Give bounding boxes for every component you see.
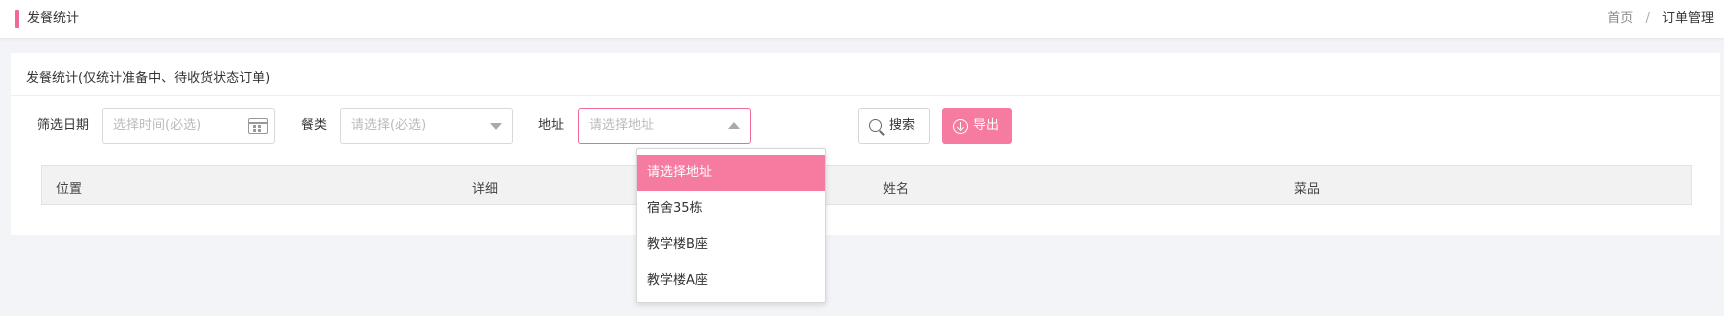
chevron-down-icon bbox=[490, 123, 502, 130]
address-select[interactable]: 请选择地址 bbox=[578, 108, 751, 144]
dropdown-option[interactable]: 教学楼B座 bbox=[637, 227, 825, 263]
chevron-up-icon bbox=[728, 122, 740, 129]
breadcrumb-home-link[interactable]: 首页 bbox=[1607, 11, 1633, 26]
card-title: 发餐统计(仅统计准备中、待收货状态订单) bbox=[26, 71, 271, 86]
address-filter-label: 地址 bbox=[538, 118, 565, 133]
address-dropdown-menu: 请选择地址 宿舍35栋 教学楼B座 教学楼A座 bbox=[636, 148, 826, 303]
column-header-name[interactable]: 姓名 bbox=[883, 178, 909, 197]
meal-select[interactable]: 请选择(必选) bbox=[340, 108, 513, 144]
date-picker-input[interactable]: 选择时间(必选) bbox=[102, 108, 275, 144]
card-header: 发餐统计(仅统计准备中、待收货状态订单) bbox=[11, 53, 1720, 96]
calendar-icon[interactable] bbox=[248, 118, 268, 134]
meal-select-placeholder: 请选择(必选) bbox=[351, 118, 427, 133]
table-header: 位置 详细 姓名 菜品 bbox=[41, 165, 1692, 205]
export-button[interactable]: 导出 bbox=[942, 108, 1012, 144]
search-button[interactable]: 搜索 bbox=[858, 108, 930, 144]
export-button-label: 导出 bbox=[973, 118, 1000, 133]
date-picker-placeholder: 选择时间(必选) bbox=[113, 118, 202, 133]
top-header: 发餐统计 首页 / 订单管理 bbox=[0, 0, 1724, 39]
breadcrumb-current: 订单管理 bbox=[1661, 11, 1714, 26]
dropdown-option[interactable]: 请选择地址 bbox=[637, 155, 825, 191]
breadcrumb: 首页 / 订单管理 bbox=[1607, 10, 1714, 28]
column-header-detail[interactable]: 详细 bbox=[472, 178, 498, 197]
meal-filter-label: 餐类 bbox=[301, 118, 328, 133]
download-icon bbox=[953, 119, 968, 134]
search-icon bbox=[869, 119, 882, 132]
stats-card: 发餐统计(仅统计准备中、待收货状态订单) 筛选日期 选择时间(必选) 餐类 请选… bbox=[11, 53, 1720, 235]
column-header-dish[interactable]: 菜品 bbox=[1294, 178, 1320, 197]
breadcrumb-separator: / bbox=[1645, 11, 1650, 26]
page-title: 发餐统计 bbox=[27, 11, 80, 26]
dropdown-option[interactable]: 教学楼A座 bbox=[637, 263, 825, 299]
search-button-label: 搜索 bbox=[889, 118, 916, 133]
address-select-placeholder: 请选择地址 bbox=[589, 118, 655, 133]
title-accent-bar bbox=[15, 10, 19, 28]
column-header-location[interactable]: 位置 bbox=[56, 178, 82, 197]
date-filter-label: 筛选日期 bbox=[37, 118, 90, 133]
dropdown-option[interactable]: 宿舍35栋 bbox=[637, 191, 825, 227]
